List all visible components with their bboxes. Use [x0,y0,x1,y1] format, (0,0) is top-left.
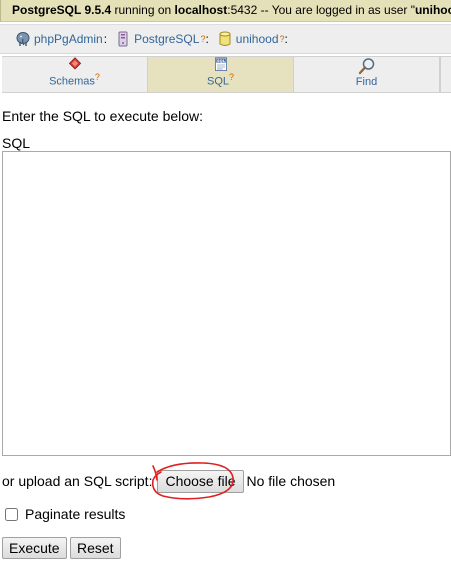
tab-label[interactable]: SQL [207,76,229,88]
breadcrumb-label[interactable]: phpPgAdmin [34,32,103,46]
breadcrumb-label[interactable]: unihood [236,32,279,46]
sql-icon: SQL [214,57,227,71]
logged-in-user: unihood [414,3,451,17]
sql-query-textarea[interactable] [2,151,451,456]
sql-icon-text: SQL [216,59,225,63]
sql-intro-text: Enter the SQL to execute below: [2,108,204,124]
reset-button[interactable]: Reset [70,537,121,559]
help-mark[interactable]: ? [95,72,100,82]
no-file-status: No file chosen [246,473,336,489]
magnifier-icon [358,58,374,75]
schemas-icon [68,57,81,70]
server-host: localhost [174,3,228,17]
sql-field-label: SQL [2,135,31,151]
breadcrumb-separator: : [284,32,288,46]
breadcrumb: phpPgAdmin: PostgreSQL?: unihood?: [0,24,451,54]
breadcrumb-label[interactable]: PostgreSQL [134,32,199,46]
paginate-option[interactable]: Paginate results [5,506,125,522]
server-status-bar: PostgreSQL 9.5.4 running on localhost:54… [0,0,451,22]
breadcrumb-item-database[interactable]: unihood?: [217,31,288,47]
breadcrumb-separator: : [103,32,108,46]
tab-label[interactable]: Schemas [49,76,95,88]
choose-file-button[interactable]: Choose file [157,469,244,493]
tab-bar: Schemas? SQL SQL? Find [2,56,451,93]
running-on-text: running on [111,3,175,17]
server-icon [118,31,128,47]
breadcrumb-separator: : [205,32,209,46]
upload-label: or upload an SQL script: [2,473,153,489]
execute-button[interactable]: Execute [2,537,67,559]
tab-find[interactable]: Find [294,57,440,92]
paginate-checkbox[interactable] [5,507,18,521]
tab-bar-edge [440,57,451,92]
paginate-label[interactable]: Paginate results [25,506,125,522]
tab-schemas[interactable]: Schemas? [2,57,148,92]
database-icon [219,31,231,46]
breadcrumb-item-phppgadmin[interactable]: phpPgAdmin: [15,31,107,47]
help-mark[interactable]: ? [229,72,234,82]
elephant-icon [16,32,30,46]
tab-sql[interactable]: SQL SQL? [148,57,294,92]
server-product: PostgreSQL 9.5.4 [12,3,112,17]
upload-script-row: or upload an SQL script: Choose file No … [2,469,335,493]
tab-label[interactable]: Find [356,76,377,88]
port-login-text: :5432 -- You are logged in as user " [227,3,415,17]
breadcrumb-item-postgresql[interactable]: PostgreSQL?: [115,31,209,47]
